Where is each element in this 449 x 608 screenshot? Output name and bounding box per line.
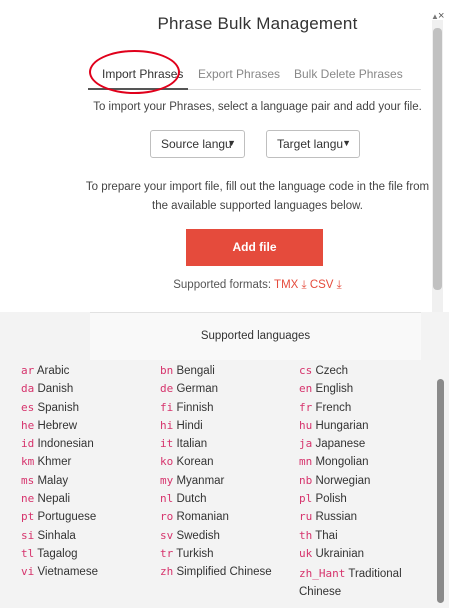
language-item: ja Japanese (299, 437, 366, 451)
language-item: bn Bengali (160, 364, 215, 377)
language-item: pt Portuguese (21, 510, 97, 524)
language-item: nb Norwegian (299, 473, 371, 487)
supported-formats: Supported formats: TMX ⤓ CSV ⤓ (0, 279, 449, 292)
supported-languages-panel: Supported languages ar Arabic da Danish … (0, 312, 449, 608)
language-item: pl Polish (299, 492, 347, 506)
language-item: cs Czech (299, 364, 349, 377)
language-item: ro Romanian (160, 510, 229, 524)
language-column-1: ar Arabic da Danish es Spanish he Hebrew… (21, 364, 98, 584)
formats-label: Supported formats: (173, 279, 272, 291)
language-item: ar Arabic (21, 364, 70, 377)
dialog-title: Phrase Bulk Management (157, 14, 358, 33)
download-csv-link[interactable]: CSV ⤓ (310, 279, 342, 291)
target-language-select[interactable]: Target langu ▼ (266, 130, 360, 158)
language-item: es Spanish (21, 400, 80, 414)
language-item: my Myanmar (160, 473, 225, 487)
language-item: km Khmer (21, 455, 72, 469)
dialog-scrollbar-thumb[interactable] (433, 28, 442, 290)
scroll-up-icon[interactable]: ▲ (431, 12, 439, 21)
chevron-down-icon: ▼ (227, 138, 236, 148)
language-item: da Danish (21, 382, 74, 396)
language-item: sv Swedish (160, 528, 220, 542)
download-tmx-link[interactable]: TMX ⤓ (274, 279, 307, 291)
tab-bulk-delete-phrases[interactable]: Bulk Delete Phrases (294, 67, 403, 81)
prepare-instructions-line-1: To prepare your import file, fill out th… (85, 181, 430, 193)
annotation-circle (89, 50, 180, 94)
language-item: zh Simplified Chinese (160, 565, 272, 579)
language-item: ne Nepali (21, 492, 71, 506)
source-language-select[interactable]: Source langu ▼ (150, 130, 245, 158)
language-item: fr French (299, 400, 352, 414)
source-language-value: Source langu (161, 137, 232, 151)
language-item: ms Malay (21, 473, 69, 487)
import-instructions: To import your Phrases, select a languag… (93, 101, 422, 113)
language-item: id Indonesian (21, 437, 94, 451)
page-scrollbar-thumb[interactable] (437, 379, 444, 603)
language-item: uk Ukrainian (299, 546, 365, 560)
language-item: hi Hindi (160, 418, 203, 432)
language-item: hu Hungarian (299, 418, 369, 432)
language-item: tl Tagalog (21, 546, 78, 560)
bulk-management-dialog: Phrase Bulk Management × Import Phrases … (0, 0, 449, 312)
language-item: mn Mongolian (299, 455, 369, 469)
language-item: he Hebrew (21, 418, 78, 432)
language-item: zh_Hant Traditional Chinese (299, 567, 402, 599)
language-item: th Thai (299, 528, 338, 542)
language-item: vi Vietnamese (21, 565, 98, 579)
tab-export-phrases[interactable]: Export Phrases (198, 67, 280, 81)
supported-languages-header: Supported languages (90, 312, 421, 360)
language-item: si Sinhala (21, 528, 76, 542)
target-language-value: Target langu (277, 137, 344, 151)
language-item: de German (160, 382, 218, 396)
language-item: it Italian (160, 437, 208, 451)
language-item: fi Finnish (160, 400, 214, 414)
language-column-2: bn Bengali de German fi Finnish hi Hindi… (160, 364, 272, 584)
add-file-button[interactable]: Add file (186, 229, 323, 266)
chevron-down-icon: ▼ (342, 138, 351, 148)
language-item: ru Russian (299, 510, 358, 524)
language-item: tr Turkish (160, 546, 214, 560)
prepare-instructions-line-2: the available supported languages below. (152, 200, 363, 212)
language-item: nl Dutch (160, 492, 207, 506)
language-item: en English (299, 382, 354, 396)
language-item: ko Korean (160, 455, 214, 469)
language-column-3: cs Czech en English fr French hu Hungari… (299, 364, 409, 599)
